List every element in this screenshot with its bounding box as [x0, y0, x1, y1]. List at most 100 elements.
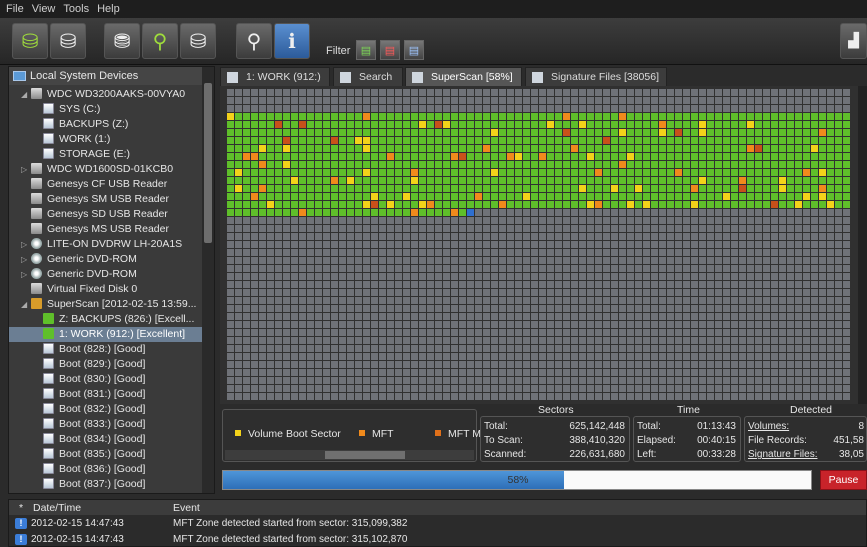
sector-cell — [251, 153, 258, 160]
tab[interactable]: SuperScan [58%] — [405, 67, 522, 86]
menu-tools[interactable]: Tools — [63, 3, 89, 15]
sector-cell — [531, 201, 538, 208]
sector-cell — [667, 377, 674, 384]
sector-cell — [475, 145, 482, 152]
tree-item[interactable]: Boot (828:) [Good] — [9, 342, 204, 357]
sector-cell — [411, 89, 418, 96]
tab[interactable]: Signature Files [38056] — [525, 67, 667, 86]
tree-item[interactable]: Virtual Fixed Disk 0 — [9, 282, 204, 297]
sector-cell — [507, 361, 514, 368]
tree-item[interactable]: Z: BACKUPS (826:) [Excell... — [9, 312, 204, 327]
sector-cell — [315, 153, 322, 160]
sector-cell — [819, 145, 826, 152]
sector-cell — [723, 249, 730, 256]
preview-button[interactable]: ⚲ — [236, 23, 272, 59]
tab[interactable]: 1: WORK (912:) — [220, 67, 330, 86]
sector-cell — [595, 369, 602, 376]
search-button[interactable]: ⚲ — [142, 23, 178, 59]
sector-cell — [339, 193, 346, 200]
log-row[interactable]: ! 2012-02-15 14:47:43 MFT Zone detected st… — [9, 515, 866, 531]
tree-item[interactable]: STORAGE (E:) — [9, 147, 204, 162]
tree-item[interactable]: ▷ WDC WD1600SD-01KCB0 — [9, 162, 204, 177]
tree-item[interactable]: Boot (833:) [Good] — [9, 417, 204, 432]
chart-button[interactable]: ▟ — [840, 23, 867, 59]
tree-item[interactable]: SYS (C:) — [9, 102, 204, 117]
expand-arrow-icon[interactable]: ▷ — [21, 252, 31, 267]
log-row[interactable]: ! 2012-02-15 14:47:43 MFT Zone detected st… — [9, 531, 866, 547]
tree-item[interactable]: Boot (834:) [Good] — [9, 432, 204, 447]
sector-cell — [675, 201, 682, 208]
sector-cell — [419, 145, 426, 152]
expand-arrow-icon[interactable]: ◢ — [21, 87, 31, 102]
pause-button[interactable]: Pause — [820, 470, 867, 490]
log-col-date[interactable]: Date/Time — [33, 502, 173, 514]
detected-value: 451,58 — [833, 435, 864, 446]
sector-cell — [475, 361, 482, 368]
tree-item[interactable]: ◢ WDC WD3200AAKS-00VYA0 — [9, 87, 204, 102]
sector-cell — [827, 201, 834, 208]
tree-item[interactable]: Genesys MS USB Reader — [9, 222, 204, 237]
sector-cell — [475, 89, 482, 96]
detected-label[interactable]: Signature Files: — [748, 449, 817, 463]
tree-scrollbar[interactable] — [202, 67, 214, 493]
menu-file[interactable]: File — [6, 3, 24, 15]
sector-cell — [259, 145, 266, 152]
tree-item[interactable]: Genesys CF USB Reader — [9, 177, 204, 192]
sector-cell — [475, 201, 482, 208]
disk-tools-button[interactable]: ⛁ — [180, 23, 216, 59]
tree-item[interactable]: BACKUPS (Z:) — [9, 117, 204, 132]
scan-drive-button[interactable]: ⛁ — [12, 23, 48, 59]
sector-cell — [683, 145, 690, 152]
sector-cell — [491, 193, 498, 200]
tree-item-label: STORAGE (E:) — [59, 148, 130, 160]
sector-cell — [827, 241, 834, 248]
sector-cell — [475, 377, 482, 384]
tree-item[interactable]: Boot (830:) [Good] — [9, 372, 204, 387]
tree-item[interactable]: Boot (831:) [Good] — [9, 387, 204, 402]
tab[interactable]: Search — [333, 67, 403, 86]
expand-arrow-icon[interactable]: ▷ — [21, 237, 31, 252]
expand-arrow-icon[interactable]: ◢ — [21, 297, 31, 312]
tree-item[interactable]: WORK (1:) — [9, 132, 204, 147]
tree-item[interactable]: Boot (836:) [Good] — [9, 462, 204, 477]
tree-item[interactable]: 1: WORK (912:) [Excellent] — [9, 327, 204, 342]
sector-cell — [275, 145, 282, 152]
tree-item[interactable]: Boot (832:) [Good] — [9, 402, 204, 417]
sector-cell — [531, 257, 538, 264]
info-button[interactable]: ℹ — [274, 23, 310, 59]
menu-view[interactable]: View — [32, 3, 56, 15]
tree-item[interactable]: Boot (829:) [Good] — [9, 357, 204, 372]
sector-cell — [539, 217, 546, 224]
tree-item[interactable]: Genesys SD USB Reader — [9, 207, 204, 222]
sector-map-scrollbar[interactable] — [858, 86, 867, 404]
tree-scroll-thumb[interactable] — [204, 83, 212, 243]
sector-cell — [419, 209, 426, 216]
sector-cell — [459, 385, 466, 392]
tree-item[interactable]: Boot (835:) [Good] — [9, 447, 204, 462]
sector-cell — [659, 321, 666, 328]
sector-cell — [835, 273, 842, 280]
expand-arrow-icon[interactable]: ▷ — [21, 267, 31, 282]
log-col-event[interactable]: Event — [173, 502, 200, 514]
filter-existing-button[interactable]: ▤ — [356, 40, 376, 60]
recover-button[interactable]: ⛃ — [104, 23, 140, 59]
tab-icon — [532, 71, 543, 83]
sector-cell — [499, 281, 506, 288]
tree-item[interactable]: ▷ Generic DVD-ROM — [9, 252, 204, 267]
legend-scroll-thumb[interactable] — [325, 451, 405, 459]
sector-cell — [379, 145, 386, 152]
menu-help[interactable]: Help — [97, 3, 120, 15]
filter-deleted-button[interactable]: ▤ — [380, 40, 400, 60]
stop-button[interactable]: ⛁ — [50, 23, 86, 59]
filter-all-button[interactable]: ▤ — [404, 40, 424, 60]
legend-scrollbar[interactable] — [225, 450, 474, 460]
tree-item[interactable]: ▷ Generic DVD-ROM — [9, 267, 204, 282]
expand-arrow-icon[interactable]: ▷ — [21, 162, 31, 177]
sector-cell — [827, 169, 834, 176]
tree-item[interactable]: ▷ LITE-ON DVDRW LH-20A1S — [9, 237, 204, 252]
sector-cell — [651, 289, 658, 296]
tree-item[interactable]: Genesys SM USB Reader — [9, 192, 204, 207]
tree-item[interactable]: Boot (837:) [Good] — [9, 477, 204, 492]
detected-label[interactable]: Volumes: — [748, 421, 789, 435]
tree-item[interactable]: ◢ SuperScan [2012-02-15 13:59... — [9, 297, 204, 312]
